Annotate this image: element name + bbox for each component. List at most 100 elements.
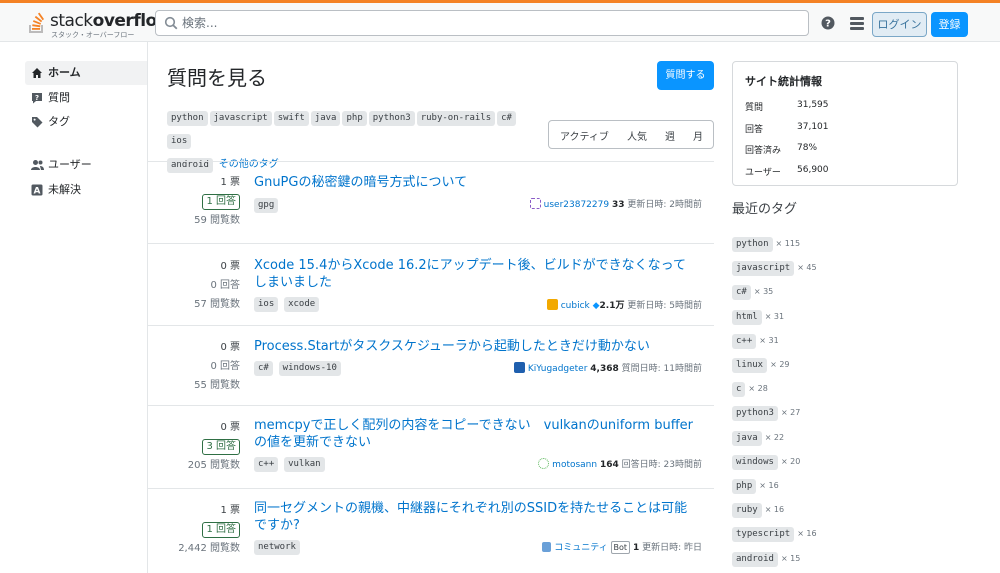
tag-python[interactable]: python [732, 237, 773, 252]
search-box[interactable] [155, 10, 809, 36]
filter-active[interactable]: アクティブ [560, 128, 609, 143]
tag-gpg[interactable]: gpg [254, 198, 279, 213]
avatar[interactable] [546, 299, 558, 310]
question-row: 0 票 0 回答 55 閲覧数 Process.Startがタスクスケジューラか… [148, 325, 714, 405]
tag-javascript[interactable]: javascript [732, 261, 795, 276]
stat-answered: 回答済み 78% [745, 143, 818, 156]
question-tags: c++ vulkan [254, 455, 327, 472]
tag-php[interactable]: php [342, 111, 367, 126]
help-icon[interactable]: ? [821, 16, 835, 30]
login-button[interactable]: ログイン [872, 12, 927, 37]
tag-cpp[interactable]: c++ [732, 334, 757, 349]
tag-csharp[interactable]: c# [732, 285, 751, 300]
question-tags: c# windows-10 [254, 359, 343, 376]
recent-tag-item: c++ × 31 [732, 332, 779, 349]
tag-ios[interactable]: ios [167, 134, 192, 149]
question-row: 0 票 0 回答 57 閲覧数 Xcode 15.4からXcode 16.2にア… [148, 243, 714, 325]
question-title[interactable]: 同一セグメントの親機、中継器にそれぞれ別のSSIDを持たせることは可能ですか? [254, 500, 694, 534]
question-title[interactable]: Process.Startがタスクスケジューラから起動したときだけ動かない [254, 338, 694, 355]
user-name[interactable]: user23872279 [544, 200, 609, 210]
tag-count: × 22 [764, 433, 785, 442]
view-count: 2,442 閲覧数 [178, 543, 240, 554]
view-count: 57 閲覧数 [194, 299, 240, 310]
tag-network[interactable]: network [254, 540, 300, 555]
tag-count: × 16 [764, 505, 785, 514]
user-name[interactable]: コミュニティ [554, 543, 607, 553]
tag-python3[interactable]: python3 [368, 111, 415, 126]
tag-linux[interactable]: linux [732, 358, 768, 373]
modified-time: 更新日時: 5時間前 [627, 301, 702, 311]
filter-month[interactable]: 月 [693, 128, 703, 143]
tag-python[interactable]: python [167, 111, 208, 126]
tag-java[interactable]: java [310, 111, 341, 126]
tag-typescript[interactable]: typescript [732, 527, 795, 542]
left-sidebar: ホーム ? 質問 タグ ユーザー A 未解決 [0, 42, 148, 573]
tag-ios[interactable]: ios [254, 297, 279, 312]
recent-tag-item: windows × 20 [732, 453, 800, 470]
avatar[interactable] [538, 458, 550, 469]
user-name[interactable]: cubick [561, 301, 590, 311]
tag-count: × 29 [770, 360, 790, 369]
avatar[interactable] [529, 198, 541, 209]
tag-csharp[interactable]: c# [497, 111, 516, 126]
sidebar-item-unanswered[interactable]: A 未解決 [25, 178, 147, 202]
avatar[interactable] [513, 362, 525, 373]
tag-count: × 15 [780, 554, 801, 563]
answer-count: 0 回答 [210, 280, 240, 291]
question-row: 0 票 3 回答 205 閲覧数 memcpyで正しく配列の内容をコピーできない… [148, 405, 714, 488]
filter-popular[interactable]: 人気 [627, 128, 647, 143]
tag-csharp[interactable]: c# [254, 361, 273, 376]
sidebar-item-tags[interactable]: タグ [25, 110, 147, 134]
user-name[interactable]: KiYugadgeter [528, 364, 588, 374]
question-stats: 1 票 1 回答 59 閲覧数 [148, 174, 240, 231]
sidebar-item-questions[interactable]: ? 質問 [25, 86, 147, 110]
svg-text:A: A [34, 187, 41, 197]
tag-html[interactable]: html [732, 310, 762, 325]
tag-php[interactable]: php [732, 479, 757, 494]
tag-android[interactable]: android [732, 552, 778, 567]
reputation: 1 [632, 543, 640, 553]
question-title[interactable]: Xcode 15.4からXcode 16.2にアップデート後、ビルドができなくな… [254, 257, 694, 291]
tag-python3[interactable]: python3 [732, 406, 778, 421]
avatar[interactable] [542, 542, 552, 552]
question-meta: コミュニティ Bot 1 更新日時: 昨日 [542, 540, 702, 554]
tag-cpp[interactable]: c++ [254, 457, 279, 472]
sidebar-item-home[interactable]: ホーム [25, 61, 147, 85]
question-title[interactable]: memcpyで正しく配列の内容をコピーできない vulkanのuniform b… [254, 417, 694, 451]
tag-xcode[interactable]: xcode [284, 297, 320, 312]
view-count: 205 閲覧数 [187, 460, 240, 471]
tag-windows-10[interactable]: windows-10 [278, 361, 341, 376]
tag-c[interactable]: c [732, 382, 746, 397]
tag-ruby-on-rails[interactable]: ruby-on-rails [416, 111, 496, 126]
tag-count: × 115 [775, 239, 801, 248]
bot-badge: Bot [610, 541, 631, 554]
diamond-icon: ◆ [592, 301, 600, 311]
vote-count: 0 票 [220, 261, 240, 272]
ask-question-button[interactable]: 質問する [657, 61, 714, 90]
users-icon [31, 160, 44, 170]
recent-tag-item: python3 × 27 [732, 404, 800, 421]
tag-count: × 35 [753, 287, 774, 296]
filter-week[interactable]: 週 [665, 128, 675, 143]
recent-tag-item: typescript × 16 [732, 525, 817, 542]
sidebar-item-label: タグ [48, 115, 70, 128]
reputation: 164 [599, 460, 619, 470]
tag-java[interactable]: java [732, 431, 762, 446]
recent-tag-item: c × 28 [732, 380, 768, 397]
site-logo[interactable]: stackoverflow スタック・オーバーフロー [28, 9, 172, 39]
recent-tag-item: javascript × 45 [732, 259, 817, 276]
tag-swift[interactable]: swift [273, 111, 309, 126]
sidebar-item-label: ホーム [48, 66, 81, 79]
menu-icon[interactable] [850, 17, 864, 30]
tag-ruby[interactable]: ruby [732, 503, 762, 518]
question-title[interactable]: GnuPGの秘密鍵の暗号方式について [254, 174, 694, 191]
search-input[interactable] [182, 14, 782, 32]
tag-vulkan[interactable]: vulkan [284, 457, 325, 472]
sidebar-item-users[interactable]: ユーザー [25, 153, 147, 177]
user-name[interactable]: motosann [552, 460, 597, 470]
tag-javascript[interactable]: javascript [209, 111, 272, 126]
tag-windows[interactable]: windows [732, 455, 778, 470]
answer-count: 0 回答 [210, 361, 240, 372]
top-bar: stackoverflow スタック・オーバーフロー ? ログイン 登録 [0, 0, 1000, 42]
signup-button[interactable]: 登録 [931, 12, 968, 37]
